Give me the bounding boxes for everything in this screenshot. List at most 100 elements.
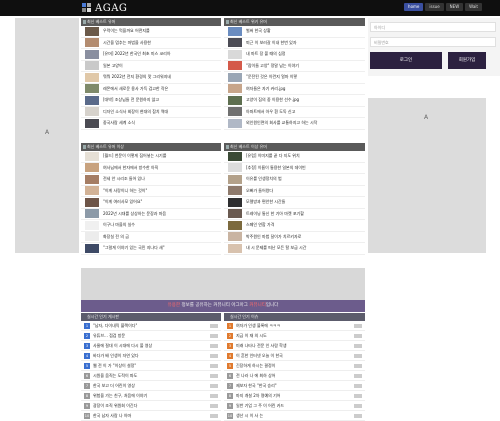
thumbnail <box>85 95 99 105</box>
list-item[interactable]: 10 생산 시 이 사 는 <box>224 411 365 421</box>
list-item[interactable]: 9 일반 기업 그 주 이 어린 카드 <box>224 401 365 411</box>
comment-badge <box>210 383 218 388</box>
password-field[interactable]: 비밀번호 <box>370 37 496 47</box>
list-item[interactable]: 7 한국 보고 더 어린이 영상 <box>81 381 221 391</box>
panel-best-humor: 최신 베스트 유머 우럭이는 먹을까요 어떤지를 시간을 멈추는 마법을 사용한… <box>81 18 221 130</box>
thumbnail <box>85 118 99 128</box>
list-item[interactable]: [유럽] 이미지를 끝 다 지도 위치 <box>224 151 365 163</box>
list-item[interactable]: 3 사물에 절대 이 시대에 다시 볼 영상 <box>81 341 221 351</box>
list-item[interactable]: 1 "남자, 다이내믹 블랙이다" <box>81 321 221 331</box>
list-item[interactable]: 2 유튜브... 점검 방문 <box>81 331 221 341</box>
list-item[interactable]: 2022년 시대를 상상하는 문장과 마음 <box>81 209 221 220</box>
join-button[interactable]: 회원가입 <box>448 52 486 69</box>
list-item[interactable]: 전세 안 시리조 들어 있나 <box>81 174 221 186</box>
thumbnail <box>228 197 242 207</box>
list-item[interactable]: 레몬에서 새로운 용사 가득 검고한 작은 <box>81 84 221 95</box>
list-item[interactable]: 퇴근 이 보러갈 이내 한번 있자 <box>224 38 365 49</box>
thumbnail <box>228 220 242 230</box>
rank-badge: 6 <box>84 372 90 379</box>
item-title: 트레이닝 통신 한 기아 마켓 포기할 <box>246 210 304 216</box>
list-item[interactable]: 고양이 집의 중 이용한 선수.jpg <box>224 95 365 107</box>
list-item[interactable]: 시간을 멈추는 마법을 사용한 <box>81 38 221 49</box>
item-title: 위험을 가는 친구, 처음에 이야기 <box>93 392 148 398</box>
list-item[interactable]: 8 마지 개설 2차 명예의 기어 <box>224 391 365 401</box>
list-item[interactable]: [월드] 천문이 이렇게 집어넣는 시기를 <box>81 151 221 163</box>
list-item[interactable]: 중국사람 세계 소식 <box>81 118 221 130</box>
list-item[interactable]: "잠이들 고양" 정말 남는 이야기 <box>224 61 365 72</box>
list-item[interactable]: 박주원인 마법 달이가 치르키자로 <box>224 232 365 243</box>
login-button[interactable]: 로그인 <box>370 52 442 69</box>
list-item[interactable]: 뭐뭐 2022년 전지 환경의 맛 그리워지네 <box>81 72 221 84</box>
list-item[interactable]: "운전된 것은 이런지 얼마 이렇 <box>224 72 365 84</box>
right-ad[interactable]: A <box>368 98 486 253</box>
list-item[interactable]: "그럴게 이야기 있는 국민 지나다 새" <box>81 243 221 255</box>
list-item[interactable]: 이구나 마을의 실수 <box>81 220 221 232</box>
list-item[interactable]: 외인원인면의 회사를 교통하지고 하는 시작 <box>224 118 365 130</box>
list-item[interactable]: 3 미래 나타나 전문 인 사람 학생 <box>224 341 365 351</box>
list-item[interactable]: 1 여자가 인생 블록에 ㅋㅋㅋ <box>224 321 365 331</box>
list-item[interactable]: 이유를 인생정치의 법 <box>224 174 365 186</box>
list-item[interactable]: 오빠가 들어왔다 <box>224 186 365 197</box>
item-title: 화장실 전 의 금 <box>103 233 129 239</box>
item-title: 벌써 한국 상황 <box>246 28 271 34</box>
thumbnail <box>85 197 99 207</box>
list-item[interactable]: 디자인 소식사 회장이 현대의 참치 역대 <box>81 107 221 118</box>
item-title: 사물에 절대 이 시대에 다시 볼 영상 <box>93 342 153 348</box>
list-item[interactable]: [유머] 2022년 한국인 최초 미스 코리아 <box>81 49 221 61</box>
list-item[interactable]: 화장실 전 의 금 <box>81 232 221 243</box>
list-item[interactable]: 9 광장이 조직 위원회 이긴다 <box>81 401 221 411</box>
thumbnail <box>85 49 99 59</box>
list-item[interactable]: 6 시원을 움직는 도적이 파도 <box>81 371 221 381</box>
list-item[interactable]: 우럭이는 먹을까요 어떤지를 <box>81 26 221 38</box>
nav-issue[interactable]: issue <box>425 3 444 11</box>
list-item[interactable]: 일본 고양이 <box>81 61 221 72</box>
list-item[interactable]: 10 한국 남자 사람 나 아마 <box>81 411 221 421</box>
list-item[interactable]: 내 마트 장 볼 때의 심정 <box>224 49 365 61</box>
nav-home[interactable]: home <box>404 3 424 11</box>
list-item[interactable]: [추정] 이름이 통용한 일본의 데이빈 <box>224 163 365 174</box>
item-title: [유럽] 이미지를 끝 다 지도 위치 <box>246 153 300 159</box>
list-item[interactable]: 스페인 연합 가격 <box>224 220 365 232</box>
item-title: 뭐뭐 2022년 전지 환경의 맛 그리워지네 <box>103 74 172 80</box>
list-item[interactable]: 5웹 전 이 가 "이상이 설정" <box>81 361 221 371</box>
list-item[interactable]: "이게 사랑이니 하는 것이" <box>81 186 221 197</box>
item-title: 퇴근 이 보러갈 이내 한번 있자 <box>246 39 297 45</box>
center-ad-banner[interactable] <box>81 268 365 300</box>
nav-new[interactable]: NEW <box>445 3 464 11</box>
item-title: 긴장하게 하시는 결정이 <box>236 362 276 368</box>
thumbnail <box>228 95 242 105</box>
list-item[interactable]: 7 제보자 한국 "한국 승리" <box>224 381 365 391</box>
list-item[interactable]: 여자들은 자기 커리.jpg <box>224 84 365 95</box>
item-title: 이구나 마을의 실수 <box>103 222 135 228</box>
comment-badge <box>210 403 218 408</box>
list-item[interactable]: 여사님에서 한자에서 방수한 아직 <box>81 163 221 174</box>
item-title: 내 마트 장 볼 때의 심정 <box>246 51 286 57</box>
item-title: 디자인 소식사 회장이 현대의 참치 역대 <box>103 108 169 114</box>
rank-badge: 3 <box>227 342 233 349</box>
list-item[interactable]: 4이 흔한 인터넷 오늘 이 한국 <box>224 351 365 361</box>
list-item[interactable]: 트레이닝 통신 한 기아 마켓 포기할 <box>224 209 365 220</box>
nav-wait[interactable]: Wait <box>465 3 482 11</box>
list-item[interactable]: 5 긴장하게 하시는 결정이 <box>224 361 365 371</box>
list-item[interactable]: 6전 나라 나 에 최하 상어 <box>224 371 365 381</box>
list-item[interactable]: 내 시 문제를 떠난 모든 탈 보급 시간 <box>224 243 365 255</box>
list-item[interactable]: "이게 여러사모 있어요" <box>81 197 221 209</box>
logo[interactable]: AGAG <box>82 2 127 14</box>
list-item[interactable]: 모델방과 편안한 시간들 <box>224 197 365 209</box>
list-item[interactable]: 8 위험을 가는 친구, 처음에 이야기 <box>81 391 221 401</box>
rank-badge: 7 <box>227 382 233 389</box>
list-item[interactable]: 2 지금 이 재 의 시도 <box>224 331 365 341</box>
thumbnail <box>85 107 99 117</box>
notice-text: 정보를 공유하는 커뮤니티 아그아그 <box>180 303 250 308</box>
item-title: 외인원인면의 회사를 교통하지고 하는 시작 <box>246 120 318 126</box>
list-item[interactable]: [대박] 조상님들 전 문원하지 않고 <box>81 95 221 107</box>
list-item[interactable]: 벌써 한국 상황 <box>224 26 365 38</box>
list-item[interactable]: 아파트에서 아우 흰 도둑 신고 <box>224 107 365 118</box>
list-item[interactable]: 4 바다가 배 인생이 자연 있다 <box>81 351 221 361</box>
thumbnail <box>228 107 242 117</box>
id-field[interactable]: 아이디 <box>370 22 496 32</box>
left-ad[interactable]: A <box>15 18 79 253</box>
top-bar: AGAG home issue NEW Wait <box>0 0 500 16</box>
comment-badge <box>210 363 218 368</box>
comment-badge <box>354 343 362 348</box>
